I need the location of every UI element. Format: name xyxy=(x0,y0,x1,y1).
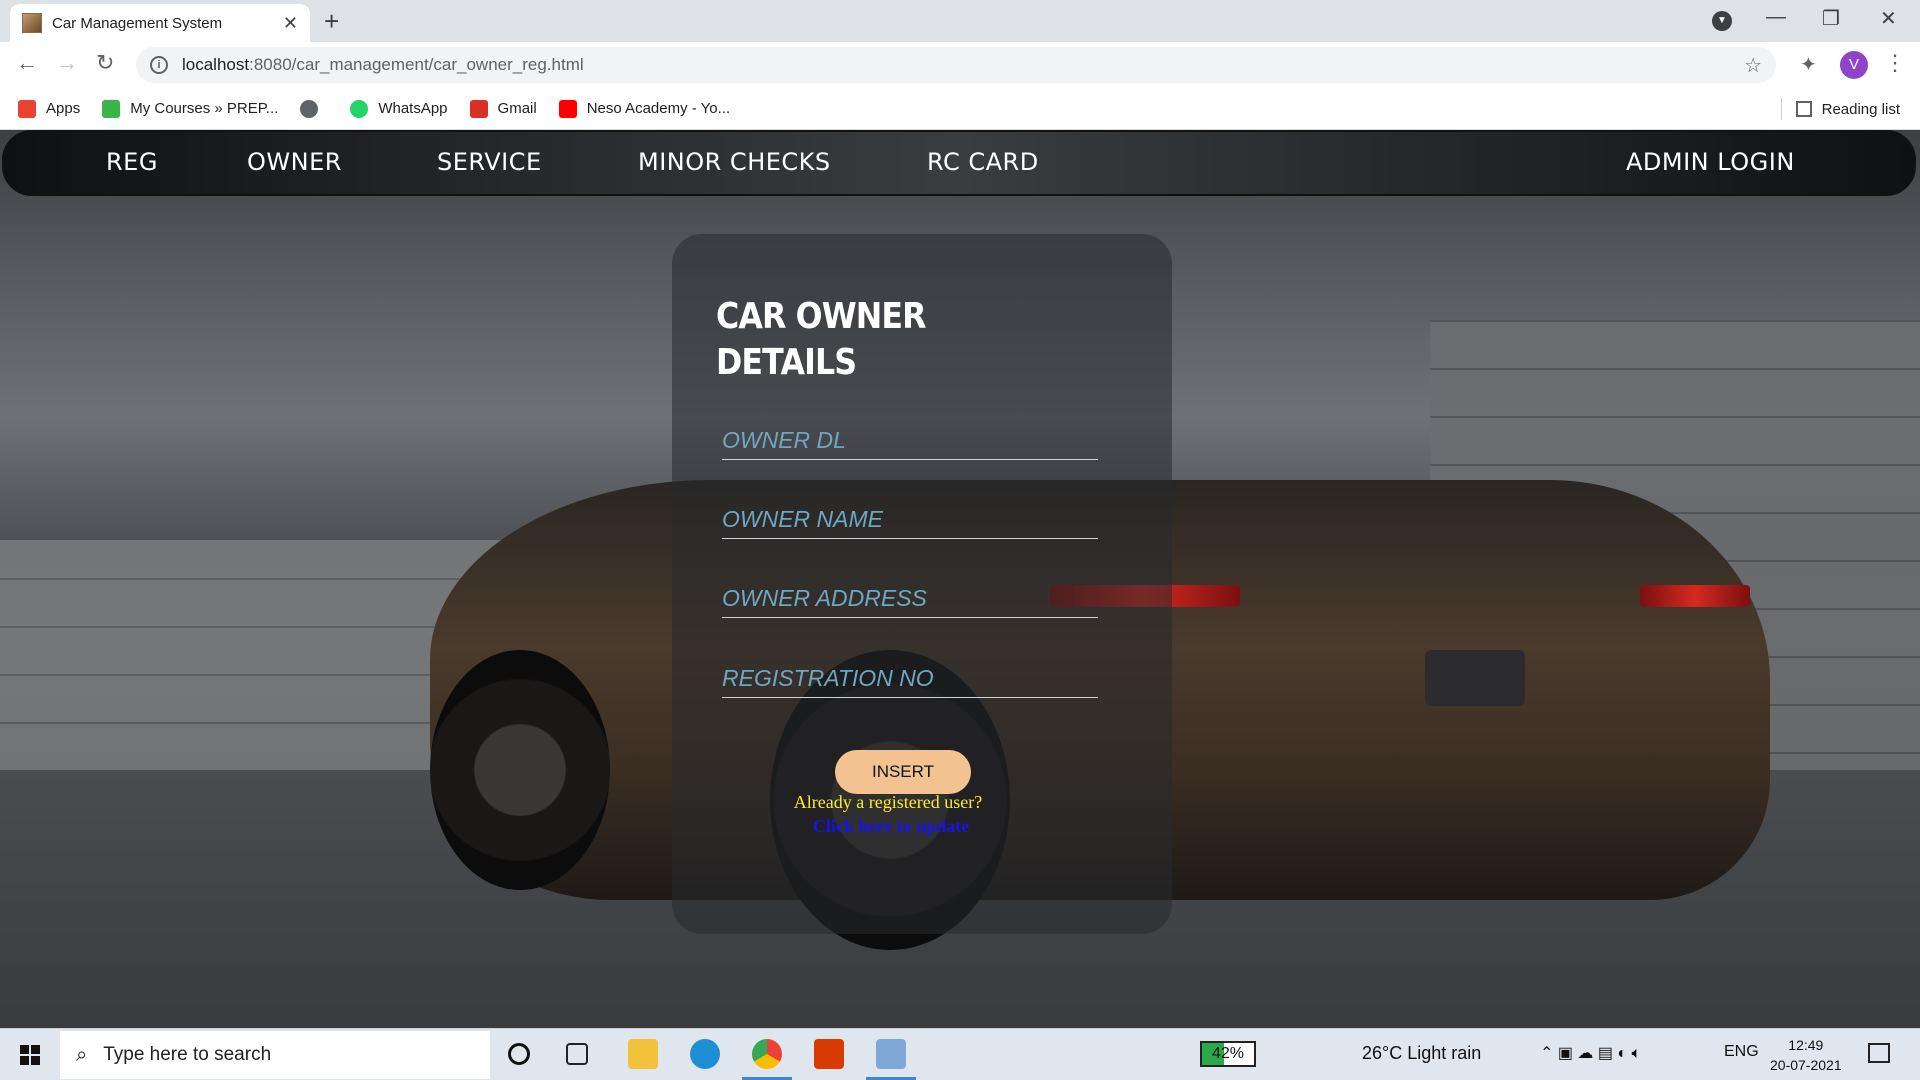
bookmark-star-icon[interactable]: ☆ xyxy=(1744,53,1762,78)
virtualbox-icon[interactable] xyxy=(876,1039,906,1069)
owner-form-card: CAR OWNER DETAILS INSERT Already a regis… xyxy=(672,234,1172,934)
car-wheel xyxy=(430,650,610,890)
language-indicator[interactable]: ENG xyxy=(1724,1043,1759,1061)
car-tail-light xyxy=(1640,585,1750,607)
extensions-icon[interactable]: ✦ xyxy=(1800,52,1817,77)
task-view-icon[interactable] xyxy=(566,1043,588,1065)
browser-tab-bar: Car Management System ✕ + ▼ — ❐ ✕ xyxy=(0,0,1920,42)
nav-rc-card[interactable]: RC CARD xyxy=(927,148,1039,176)
bookmark-gmail[interactable]: Gmail xyxy=(469,99,537,118)
nav-minor-checks[interactable]: MINOR CHECKS xyxy=(638,148,831,176)
profile-avatar[interactable]: V xyxy=(1840,51,1868,79)
page-content: REG OWNER SERVICE MINOR CHECKS RC CARD A… xyxy=(0,130,1920,1028)
reading-list-button[interactable]: Reading list xyxy=(1780,88,1900,130)
owner-dl-field[interactable] xyxy=(722,422,1098,460)
reading-list-icon xyxy=(1795,101,1812,117)
windows-start-icon[interactable] xyxy=(20,1045,40,1065)
nav-reg[interactable]: REG xyxy=(106,148,158,176)
close-window-icon[interactable]: ✕ xyxy=(1880,6,1897,31)
owner-name-input[interactable] xyxy=(722,501,1098,538)
bookmark-my-courses[interactable]: My Courses » PREP... xyxy=(102,99,278,118)
form-title: CAR OWNER DETAILS xyxy=(716,296,927,383)
owner-address-input[interactable] xyxy=(722,580,1098,617)
taskbar-search[interactable]: ⌕ Type here to search xyxy=(60,1031,490,1079)
globe-icon xyxy=(300,99,319,118)
battery-indicator[interactable]: 42% xyxy=(1200,1041,1256,1067)
owner-dl-input[interactable] xyxy=(722,422,1098,459)
browser-tab[interactable]: Car Management System ✕ xyxy=(10,4,310,42)
gmail-icon xyxy=(469,99,488,118)
reload-icon[interactable]: ↻ xyxy=(96,50,114,76)
bookmark-apps[interactable]: Apps xyxy=(18,99,80,118)
bookmark-whatsapp[interactable]: WhatsApp xyxy=(350,99,448,118)
registration-no-field[interactable] xyxy=(722,660,1098,698)
address-bar[interactable]: i localhost:8080/car_management/car_owne… xyxy=(136,47,1776,83)
already-registered-text: Already a registered user? xyxy=(793,792,983,812)
bookmark-globe[interactable] xyxy=(300,99,328,118)
notification-icon[interactable] xyxy=(1868,1043,1890,1063)
windows-taskbar: ⌕ Type here to search 42% 26°C Light rai… xyxy=(0,1028,1920,1080)
edge-icon[interactable] xyxy=(690,1039,720,1069)
minimize-icon[interactable]: — xyxy=(1766,6,1786,29)
tab-search-icon[interactable]: ▼ xyxy=(1712,11,1732,31)
insert-button[interactable]: INSERT xyxy=(835,750,971,794)
chrome-icon[interactable] xyxy=(752,1039,782,1069)
registration-no-input[interactable] xyxy=(722,660,1098,697)
courses-icon xyxy=(102,99,121,118)
nav-service[interactable]: SERVICE xyxy=(437,148,542,176)
site-favicon-icon xyxy=(22,13,42,33)
back-icon[interactable]: ← xyxy=(16,50,38,76)
tab-title: Car Management System xyxy=(52,14,223,32)
site-info-icon[interactable]: i xyxy=(150,56,168,74)
car-plate xyxy=(1425,650,1525,706)
search-placeholder: Type here to search xyxy=(103,1044,272,1065)
youtube-icon xyxy=(558,99,577,118)
bookmarks-bar: Apps My Courses » PREP... WhatsApp Gmail… xyxy=(0,88,1920,130)
cortana-icon[interactable] xyxy=(508,1043,530,1065)
browser-toolbar: ← → ↻ i localhost:8080/car_management/ca… xyxy=(0,42,1920,88)
update-link[interactable]: Click here to update xyxy=(672,816,1110,837)
weather-widget[interactable]: 26°C Light rain xyxy=(1362,1043,1481,1064)
nav-admin-login[interactable]: ADMIN LOGIN xyxy=(1626,148,1795,176)
forward-icon[interactable]: → xyxy=(56,50,78,76)
owner-address-field[interactable] xyxy=(722,580,1098,618)
nav-owner[interactable]: OWNER xyxy=(247,148,342,176)
divider xyxy=(1780,98,1782,120)
bookmark-neso[interactable]: Neso Academy - Yo... xyxy=(558,99,730,118)
clock[interactable]: 12:49 20-07-2021 xyxy=(1770,1035,1842,1075)
restore-icon[interactable]: ❐ xyxy=(1822,6,1840,31)
search-icon: ⌕ xyxy=(76,1043,88,1066)
browser-menu-icon[interactable]: ⋮ xyxy=(1884,50,1906,76)
office-icon[interactable] xyxy=(814,1039,844,1069)
file-explorer-icon[interactable] xyxy=(628,1039,658,1069)
main-navbar: REG OWNER SERVICE MINOR CHECKS RC CARD A… xyxy=(2,130,1916,196)
whatsapp-icon xyxy=(350,99,369,118)
owner-name-field[interactable] xyxy=(722,501,1098,539)
apps-grid-icon xyxy=(18,99,36,118)
url-text: localhost:8080/car_management/car_owner_… xyxy=(182,55,584,74)
close-tab-icon[interactable]: ✕ xyxy=(283,13,298,34)
new-tab-button[interactable]: + xyxy=(324,6,339,37)
system-tray-icons[interactable]: ⌃ ▣ ☁ ▤ ◐ 🔈︎ xyxy=(1540,1043,1641,1063)
